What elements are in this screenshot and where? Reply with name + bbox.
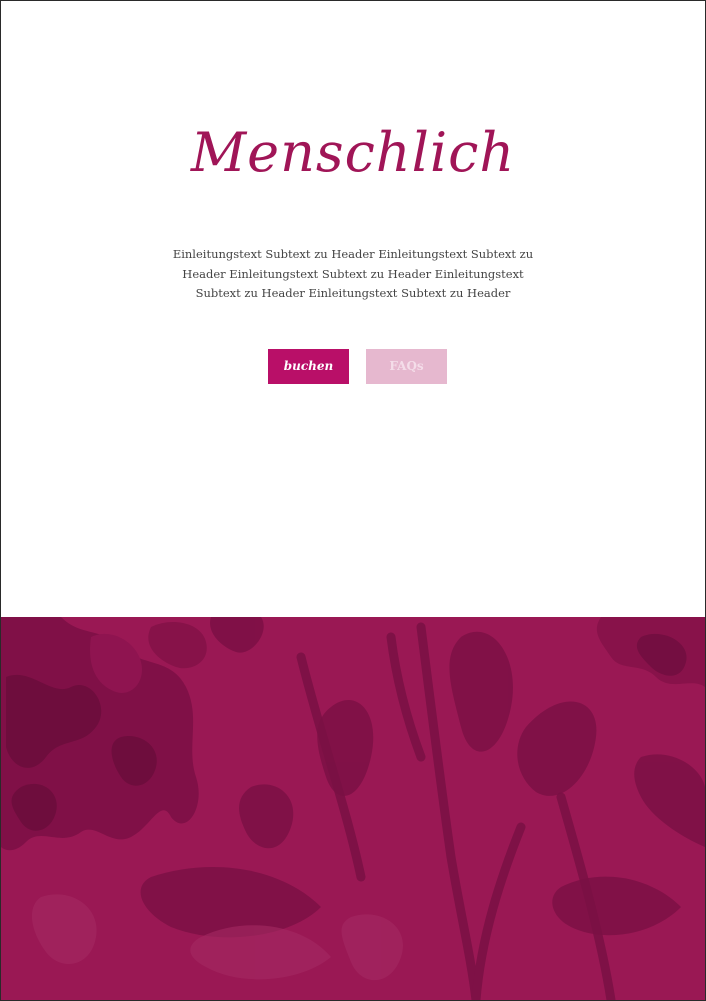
page-frame: Menschlich Einleitungstext Subtext zu He… <box>0 0 706 1001</box>
flower-cluster-left <box>1 617 264 851</box>
page-title: Menschlich <box>190 121 516 184</box>
floral-illustration <box>1 617 705 1000</box>
flower-cluster-right <box>596 617 705 687</box>
floral-banner <box>1 617 705 1000</box>
button-group: buchen FAQs <box>1 349 705 384</box>
book-button[interactable]: buchen <box>268 349 349 384</box>
faqs-button[interactable]: FAQs <box>366 349 447 384</box>
hero-section: Menschlich Einleitungstext Subtext zu He… <box>1 1 705 617</box>
flower-buds <box>140 631 705 938</box>
intro-text: Einleitungstext Subtext zu Header Einlei… <box>172 247 534 300</box>
